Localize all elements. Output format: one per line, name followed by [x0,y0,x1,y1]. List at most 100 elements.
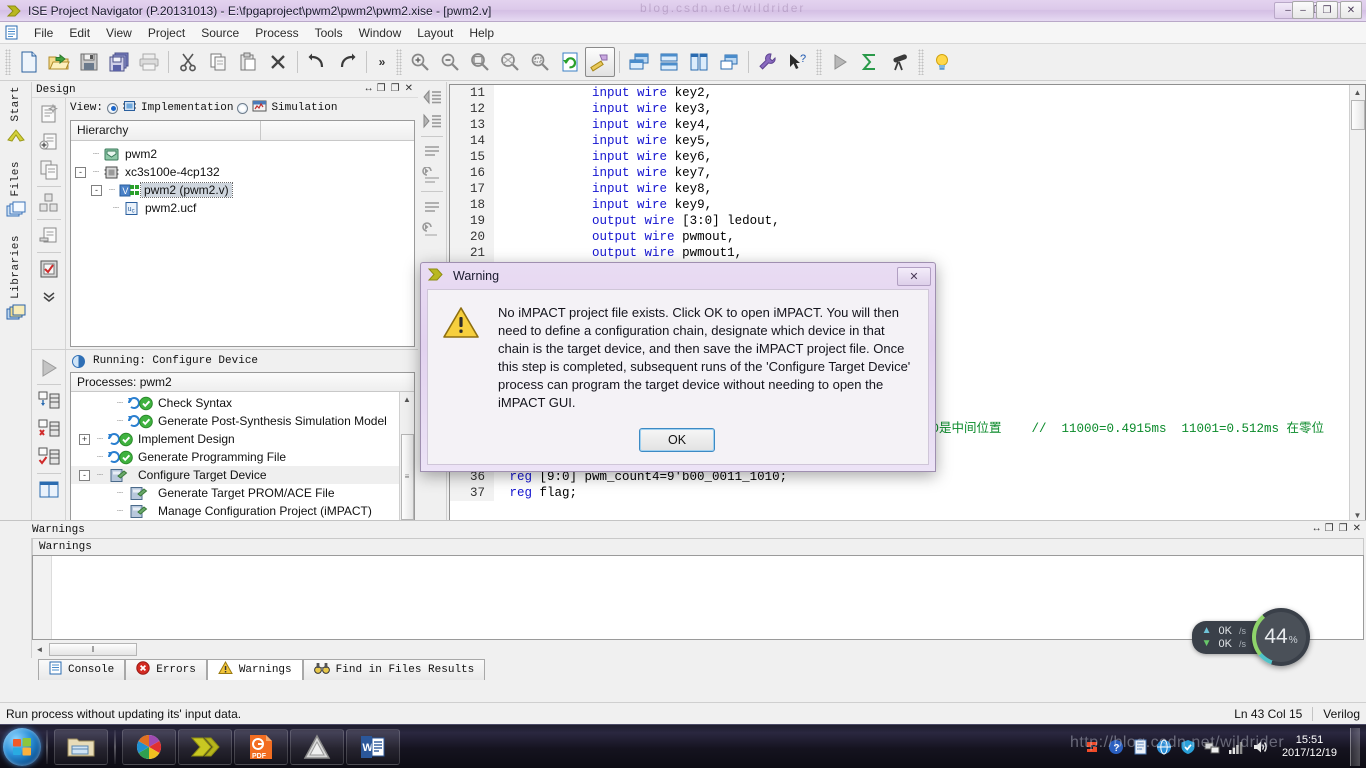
mdi-restore-button[interactable]: ❐ [1316,1,1338,19]
taskbar-windows-explorer[interactable] [54,728,108,765]
menu-edit[interactable]: Edit [61,24,98,42]
taskbar-media-player[interactable] [122,728,176,765]
taskbar-ise-project-navigator[interactable] [178,728,232,765]
hierarchy-column-header-2[interactable] [261,121,273,140]
run-process-icon[interactable] [35,354,63,382]
hierarchy-column-header[interactable]: Hierarchy [71,121,261,140]
new-file-icon[interactable] [14,47,44,77]
process-item-implement-design[interactable]: + ┈ Implement Design [71,430,414,448]
new-source-icon[interactable] [35,100,63,128]
copy-icon[interactable] [203,47,233,77]
processes-scroll-thumb[interactable]: ≡ [400,433,414,520]
tree-item-project[interactable]: ┈ pwm2 [71,145,414,163]
sidebar-tab-libraries[interactable]: Libraries [5,235,27,324]
design-goals-icon[interactable] [35,387,63,415]
menu-source[interactable]: Source [193,24,247,42]
save-all-icon[interactable] [104,47,134,77]
bottom-panel-resize-button[interactable]: ↔ [1314,524,1320,535]
design-utilities-icon[interactable] [35,189,63,217]
save-icon[interactable] [74,47,104,77]
process-item-post-synth-model[interactable]: ┈ Generate Post-Synthesis Simulation Mod… [71,412,414,430]
process-ok-icon[interactable] [35,443,63,471]
tab-find-in-files-results[interactable]: Find in Files Results [302,659,486,680]
tree-expander-module[interactable]: - [91,184,102,196]
show-desktop-button[interactable] [1350,727,1360,766]
taskbar-clock[interactable]: 15:51 2017/12/19 [1276,734,1343,760]
warnings-horizontal-scrollbar[interactable]: ◄ ‖ [32,640,1364,658]
view-option-simulation[interactable]: Simulation [271,102,337,114]
manual-compile-icon[interactable] [35,222,63,250]
process-expander-configure[interactable]: - [79,469,90,481]
zoom-fit-icon[interactable] [465,47,495,77]
refresh-icon[interactable] [555,47,585,77]
collapse-chevron-icon[interactable] [35,283,63,311]
panel-maximize-button[interactable]: ❐ [377,84,386,95]
network-speed-widget[interactable]: ▲ 0K /s ▼ 0K /s 44 % [1191,608,1310,666]
zoom-in-icon[interactable] [405,47,435,77]
process-expander-implement[interactable]: + [79,433,90,445]
tree-expander-device[interactable]: - [75,166,86,178]
outdent-icon[interactable] [420,85,444,109]
wrench-settings-icon[interactable] [753,47,783,77]
panel-close-button[interactable]: ✕ [405,84,413,95]
panel-resize-button[interactable]: ↔ [366,84,372,95]
tile-horizontal-icon[interactable] [654,47,684,77]
taskbar-pdf-reader[interactable]: PDF [234,728,288,765]
volume-icon[interactable] [1252,738,1269,755]
menu-process[interactable]: Process [247,24,306,42]
zoom-out-icon[interactable] [435,47,465,77]
warnings-list-body[interactable] [32,555,1364,640]
indent-icon[interactable] [420,109,444,133]
sum-icon[interactable] [855,47,885,77]
notepad-icon[interactable] [1132,738,1149,755]
undo-icon[interactable] [302,47,332,77]
help-question-icon[interactable]: ? [1108,738,1125,755]
uncomment-block-icon[interactable] [420,164,444,188]
tab-warnings[interactable]: Warnings [206,659,303,680]
delete-icon[interactable] [263,47,293,77]
process-errors-icon[interactable] [35,415,63,443]
open-folder-icon[interactable] [44,47,74,77]
run-icon[interactable] [825,47,855,77]
tree-item-device[interactable]: - ┈ xc3s100e-4cp132 [71,163,414,181]
panel-layout-icon[interactable] [35,476,63,504]
view-option-implementation[interactable]: Implementation [141,102,233,114]
tile-vertical-icon[interactable] [684,47,714,77]
tree-item-ucf[interactable]: ┈ uc pwm2.ucf [71,199,414,217]
radio-simulation[interactable] [237,102,249,114]
sogou-input-icon[interactable] [1084,738,1101,755]
mdi-minimize-button[interactable]: – [1292,1,1314,19]
comment-block-icon[interactable] [420,140,444,164]
print-icon[interactable] [134,47,164,77]
redo-icon[interactable] [332,47,362,77]
paste-icon[interactable] [233,47,263,77]
menu-file[interactable]: File [26,24,61,42]
toolbar-grip[interactable] [5,49,11,75]
toolbar-grip-2[interactable] [396,49,402,75]
sidebar-tab-start[interactable]: Start [5,86,27,147]
bottom-panel-close-button[interactable]: ✕ [1353,524,1361,535]
dialog-ok-button[interactable]: OK [639,428,715,452]
menu-tools[interactable]: Tools [307,24,351,42]
tree-item-module[interactable]: - ┈ V pwm2 (pwm2.v) [71,181,414,199]
menu-help[interactable]: Help [461,24,502,42]
radio-implementation[interactable] [107,102,119,114]
bottom-panel-float-button[interactable]: ❐ [1339,524,1348,535]
warnings-hscroll-thumb[interactable]: ‖ [49,642,137,656]
lightbulb-tip-icon[interactable] [927,47,957,77]
process-item-manage-configuration-project[interactable]: ┈ Manage Configuration Project (iMPACT) [71,502,414,520]
implement-hammer-icon[interactable] [585,47,615,77]
comment-line-icon[interactable] [420,195,444,219]
processes-scroll-up[interactable]: ▲ [401,392,414,406]
add-copy-source-icon[interactable] [35,156,63,184]
process-item-generate-programming-file[interactable]: ┈ Generate Programming File [71,448,414,466]
toolbar-overflow-button[interactable]: » [371,47,393,77]
editor-scroll-up[interactable]: ▲ [1351,85,1365,100]
zoom-area-icon[interactable] [525,47,555,77]
telescope-icon[interactable] [885,47,915,77]
windows-start-orb[interactable] [3,727,41,766]
process-item-check-syntax[interactable]: ┈ Check Syntax [71,394,414,412]
context-help-icon[interactable]: ? [783,47,813,77]
menu-view[interactable]: View [98,24,140,42]
tab-errors[interactable]: Errors [125,659,207,680]
